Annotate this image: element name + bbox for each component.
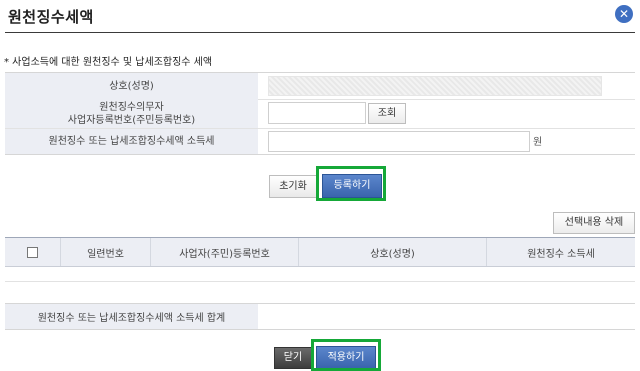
window-title: 원천징수세액 [8,8,94,26]
bizno-row: 원천징수의무자 사업자등록번호(주민등록번호) 조회 [5,99,635,129]
summary-label: 원천징수 또는 납세조합징수세액 소득세 합계 [5,304,258,329]
select-all-cell [5,238,61,266]
delete-selected-button[interactable]: 선택내용 삭제 [553,212,635,234]
section-title: * 사업소득에 대한 원천징수 및 납세조합징수 세액 [4,57,213,68]
apply-highlight [311,339,381,371]
tax-row: 원천징수 또는 납세조합징수세액 소득세 원 [5,129,635,155]
register-highlight [316,166,386,201]
summary-row: 원천징수 또는 납세조합징수세액 소득세 합계 [5,303,635,330]
reset-button[interactable]: 초기화 [269,175,317,198]
title-bar: 원천징수세액 ✕ [0,0,640,32]
bizno-label-line2: 사업자등록번호(주민등록번호) [67,114,196,126]
grid-header: 일련번호 사업자(주민)등록번호 상호(성명) 원천징수 소득세 [5,237,635,267]
bizno-label: 원천징수의무자 사업자등록번호(주민등록번호) [5,99,258,128]
company-row: 상호(성명) [5,72,635,100]
bizno-input[interactable] [268,102,366,124]
bizno-label-line1: 원천징수의무자 [99,101,164,113]
lookup-button[interactable]: 조회 [368,103,406,124]
company-label: 상호(성명) [5,73,258,99]
company-field [268,76,602,96]
grid-col-serial: 일련번호 [61,238,151,266]
close-button[interactable]: 닫기 [274,347,312,369]
tax-input[interactable] [268,131,530,152]
grid-col-tax: 원천징수 소득세 [527,248,595,260]
title-divider [5,32,635,33]
close-icon[interactable]: ✕ [615,5,633,23]
grid-empty-row [5,281,635,282]
select-all-checkbox[interactable] [27,246,38,258]
tax-label: 원천징수 또는 납세조합징수세액 소득세 [5,129,258,154]
tax-unit: 원 [533,137,543,148]
grid-col-bizno: 사업자(주민)등록번호 [151,238,299,266]
grid-col-company: 상호(성명) [299,238,487,266]
